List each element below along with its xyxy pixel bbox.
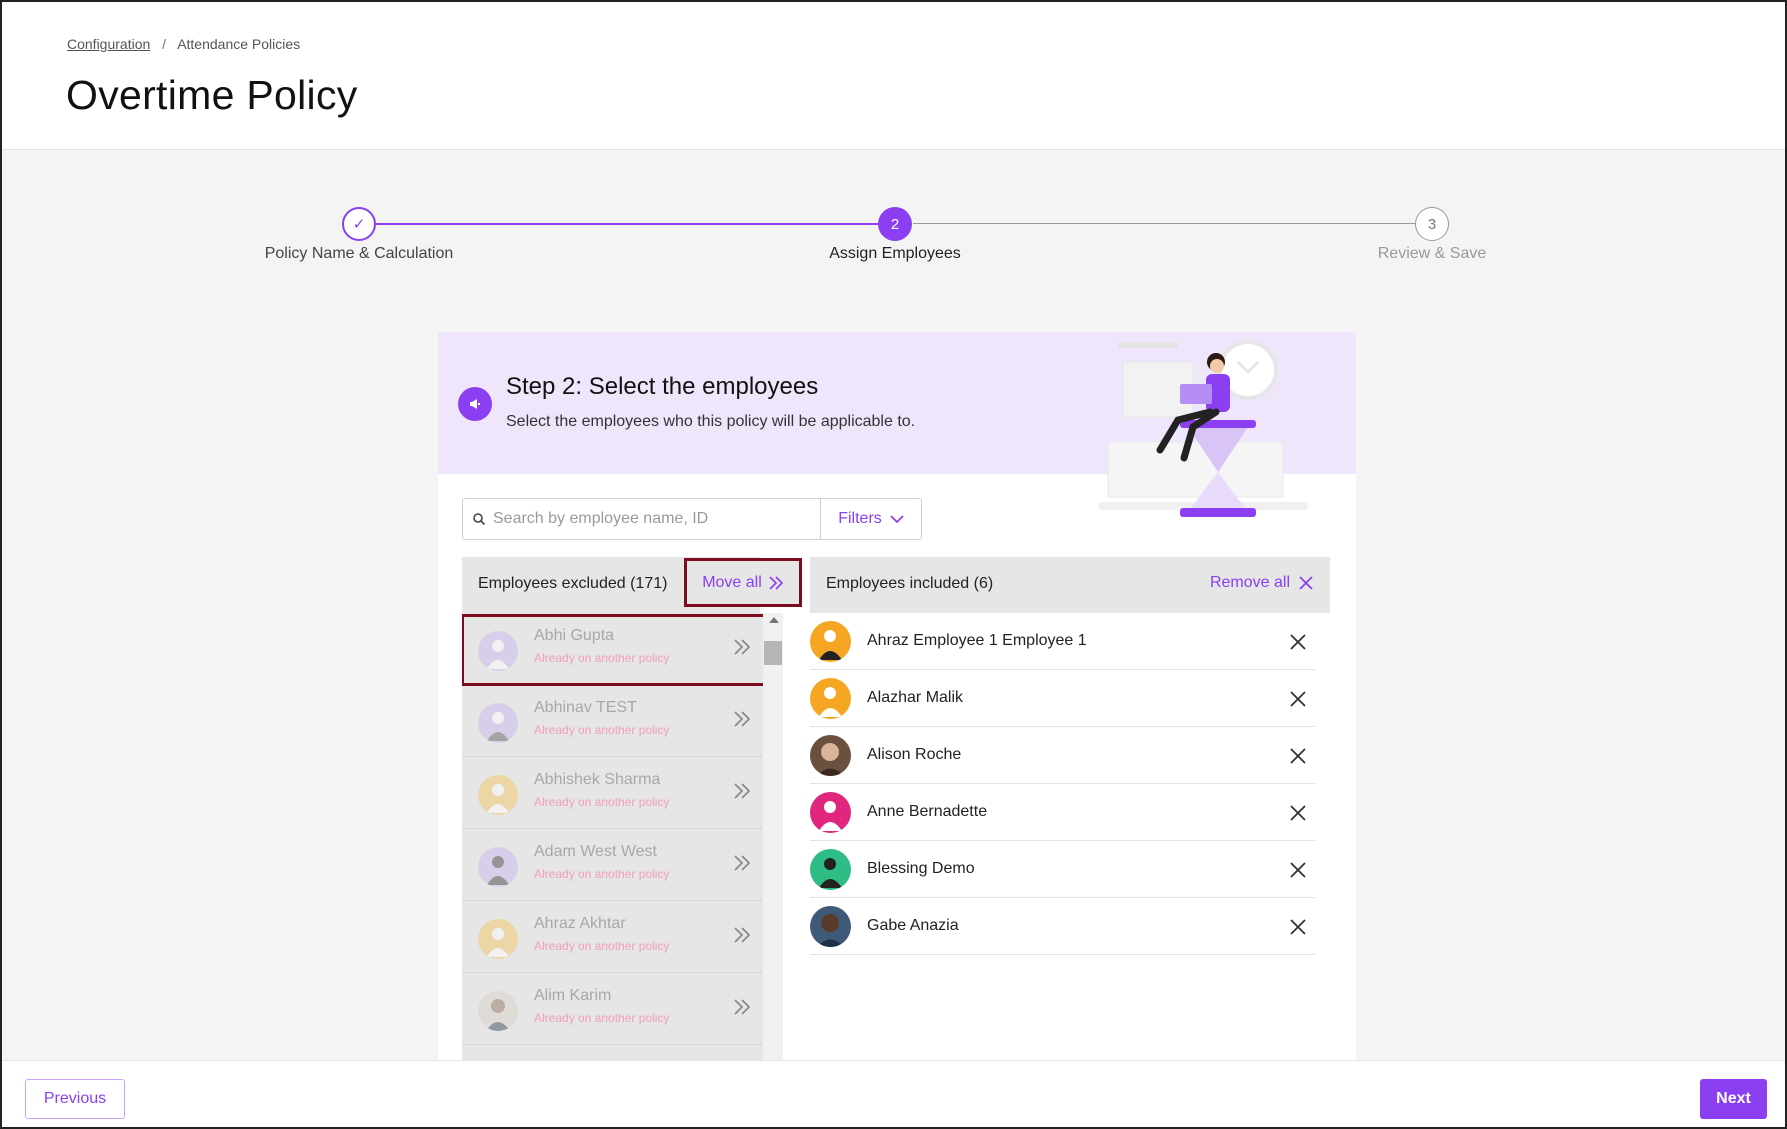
- close-icon[interactable]: [1288, 632, 1308, 652]
- avatar: [478, 775, 518, 815]
- breadcrumb-configuration-link[interactable]: Configuration: [67, 36, 150, 52]
- excluded-row-inner: Abhishek Sharma Already on another polic…: [462, 757, 764, 829]
- megaphone-icon: [458, 387, 492, 421]
- employee-status-note: Already on another policy: [534, 1011, 670, 1025]
- included-list-item: Ahraz Employee 1 Employee 1: [810, 613, 1315, 670]
- close-icon[interactable]: [1288, 860, 1308, 880]
- excluded-row-inner: Adam West West Already on another policy: [462, 829, 764, 901]
- step-1-check-icon[interactable]: ✓: [342, 207, 376, 241]
- employee-name: Gabe Anazia: [867, 917, 959, 934]
- scroll-up-arrow-icon[interactable]: [769, 617, 779, 623]
- employee-name: Alim Karim: [534, 987, 612, 1004]
- wizard-footer: Previous Next: [2, 1060, 1785, 1127]
- search-icon: [473, 513, 486, 526]
- step-3-label: Review & Save: [1377, 245, 1487, 262]
- breadcrumb-separator: /: [162, 36, 167, 52]
- employee-name: Alison Roche: [867, 746, 962, 763]
- page-title: Overtime Policy: [66, 72, 358, 118]
- selected-row-highlight: [462, 614, 779, 686]
- close-icon[interactable]: [1288, 803, 1308, 823]
- chevron-down-icon: [890, 514, 904, 523]
- included-list-item: Alison Roche: [810, 727, 1315, 784]
- excluded-list-item[interactable]: Adam West West Already on another policy: [462, 829, 783, 901]
- close-icon[interactable]: [1288, 689, 1308, 709]
- employee-search: Filters: [462, 498, 922, 540]
- double-chevron-right-icon: [769, 575, 783, 590]
- excluded-employee-list: Abhi Gupta Already on another policy Abh…: [462, 613, 783, 1127]
- employee-name: Anne Bernadette: [867, 803, 988, 820]
- scroll-thumb[interactable]: [764, 641, 782, 665]
- double-chevron-right-icon[interactable]: [730, 707, 754, 731]
- employee-status-note: Already on another policy: [534, 939, 670, 953]
- step-1-label: Policy Name & Calculation: [264, 245, 454, 262]
- double-chevron-right-icon[interactable]: [730, 779, 754, 803]
- remove-all-label: Remove all: [1209, 574, 1290, 591]
- avatar: [478, 991, 518, 1031]
- step-3-marker[interactable]: 3: [1415, 207, 1449, 241]
- banner-subtitle: Select the employees who this policy wil…: [506, 413, 916, 430]
- excluded-row-inner: Ahraz Akhtar Already on another policy: [462, 901, 764, 973]
- employee-name: Blessing Demo: [867, 860, 975, 877]
- employee-name: Alazhar Malik: [867, 689, 964, 706]
- remove-all-button[interactable]: Remove all: [1210, 574, 1314, 592]
- employee-name: Ahraz Employee 1 Employee 1: [867, 632, 1087, 649]
- excluded-row-inner: Abhinav TEST Already on another policy: [462, 685, 764, 757]
- excluded-list-item[interactable]: Ahraz Akhtar Already on another policy: [462, 901, 783, 973]
- breadcrumb: Configuration / Attendance Policies: [67, 36, 300, 52]
- breadcrumb-current: Attendance Policies: [177, 36, 301, 52]
- employee-name: Ahraz Akhtar: [534, 915, 626, 932]
- previous-button[interactable]: Previous: [25, 1079, 125, 1119]
- move-all-button[interactable]: Move all: [684, 558, 802, 607]
- double-chevron-right-icon[interactable]: [730, 995, 754, 1019]
- excluded-count-label: Employees excluded (171): [478, 575, 668, 592]
- step-2-label: Assign Employees: [829, 245, 961, 262]
- next-button[interactable]: Next: [1700, 1079, 1767, 1119]
- avatar: [810, 792, 851, 833]
- avatar: [810, 906, 851, 947]
- excluded-list-item[interactable]: Alim Karim Already on another policy: [462, 973, 783, 1045]
- page-header: Configuration / Attendance Policies Over…: [2, 2, 1785, 150]
- excluded-list-item[interactable]: Abhishek Sharma Already on another polic…: [462, 757, 783, 829]
- avatar: [810, 678, 851, 719]
- close-icon[interactable]: [1288, 917, 1308, 937]
- employee-status-note: Already on another policy: [534, 723, 670, 737]
- banner-title: Step 2: Select the employees: [506, 373, 819, 400]
- assign-employees-card: Step 2: Select the employees Select the …: [438, 332, 1356, 1127]
- employee-status-note: Already on another policy: [534, 867, 670, 881]
- search-input[interactable]: [493, 505, 813, 533]
- move-all-label: Move all: [702, 573, 762, 591]
- employee-name: Abhinav TEST: [534, 699, 637, 716]
- included-list-item: Blessing Demo: [810, 841, 1315, 898]
- avatar: [478, 919, 518, 959]
- avatar: [810, 849, 851, 890]
- excluded-row-inner: Alim Karim Already on another policy: [462, 973, 764, 1045]
- included-list-item: Gabe Anazia: [810, 898, 1315, 955]
- avatar: [810, 621, 851, 662]
- stepper-line-completed: [359, 223, 895, 225]
- hourglass-illustration: [1098, 340, 1308, 517]
- double-chevron-right-icon[interactable]: [730, 923, 754, 947]
- employee-name: Abhishek Sharma: [534, 771, 661, 788]
- included-panel-header: Employees included (6) Remove all: [810, 557, 1330, 613]
- excluded-list-item[interactable]: Abhinav TEST Already on another policy: [462, 685, 783, 757]
- avatar: [810, 735, 851, 776]
- employee-name: Adam West West: [534, 843, 657, 860]
- included-count-label: Employees included (6): [826, 575, 994, 592]
- close-icon: [1299, 576, 1313, 590]
- excluded-list-scrollbar[interactable]: [763, 613, 783, 1127]
- filters-button[interactable]: Filters: [820, 499, 921, 539]
- close-icon[interactable]: [1288, 746, 1308, 766]
- app-frame: Configuration / Attendance Policies Over…: [0, 0, 1787, 1129]
- avatar: [478, 703, 518, 743]
- employee-status-note: Already on another policy: [534, 795, 670, 809]
- included-list-item: Anne Bernadette: [810, 784, 1315, 841]
- double-chevron-right-icon[interactable]: [730, 851, 754, 875]
- filters-label: Filters: [838, 510, 882, 527]
- step-2-marker[interactable]: 2: [878, 207, 912, 241]
- avatar: [478, 847, 518, 887]
- included-list-item: Alazhar Malik: [810, 670, 1315, 727]
- stepper-line-pending: [913, 223, 1433, 224]
